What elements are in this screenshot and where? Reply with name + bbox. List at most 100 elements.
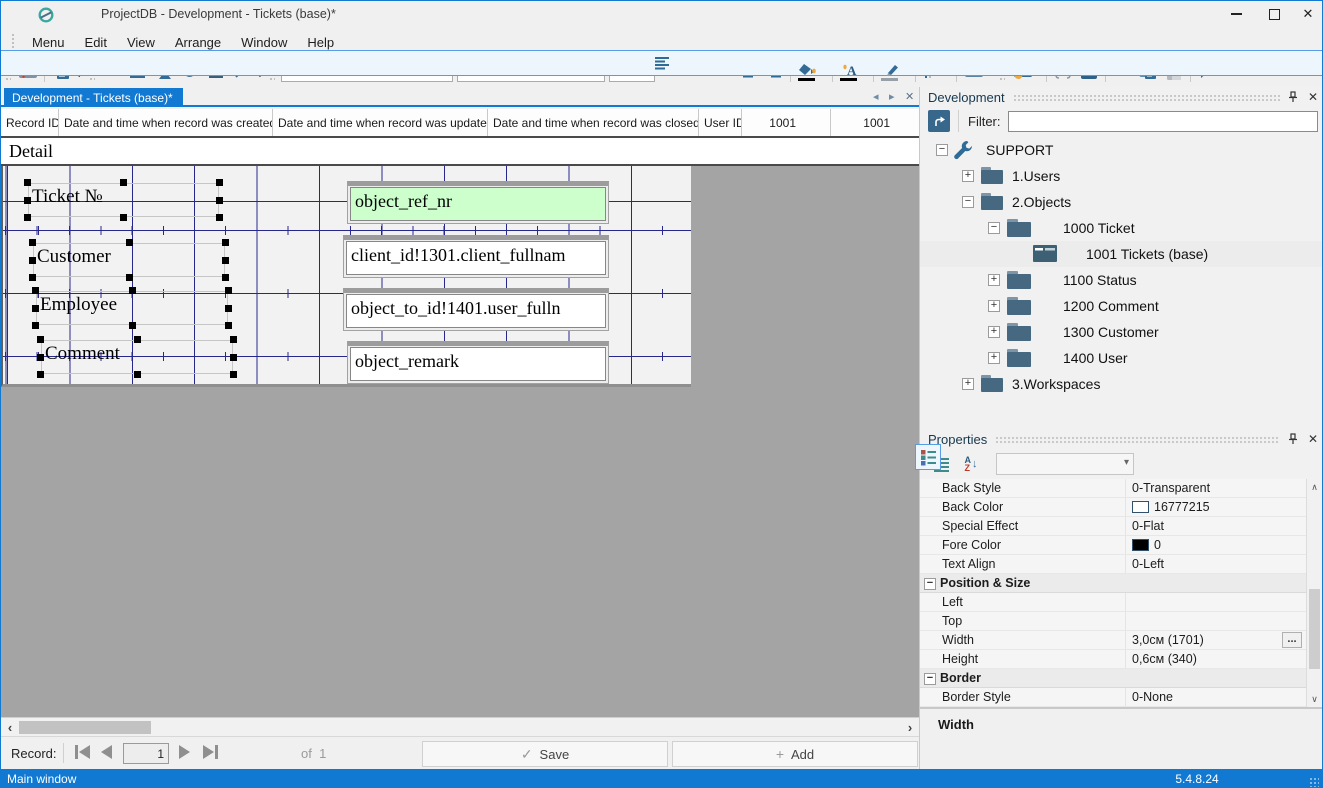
label-employee[interactable]: Employee xyxy=(36,291,228,325)
expand-icon[interactable]: + xyxy=(962,170,974,182)
field-client-id[interactable]: client_id!1301.client_fullnam xyxy=(343,235,609,278)
column-updated[interactable]: Date and time when record was updated xyxy=(273,109,488,136)
font-color-button[interactable]: A xyxy=(836,58,864,84)
property-row-height[interactable]: Height 0,6см (340) xyxy=(920,650,1306,669)
tree-item-1400-user[interactable]: + 1400 User xyxy=(920,345,1323,371)
record-number-input[interactable]: 1 xyxy=(123,743,169,764)
bold-button[interactable]: B xyxy=(657,58,683,84)
chevron-down-icon[interactable]: ▾ xyxy=(905,66,910,77)
property-category-position-size[interactable]: − Position & Size xyxy=(920,574,1306,593)
fill-color-button[interactable] xyxy=(794,58,822,84)
expand-icon[interactable]: + xyxy=(988,326,1000,338)
close-button[interactable]: ✕ xyxy=(1291,1,1323,27)
chevron-down-icon[interactable]: ▾ xyxy=(822,66,827,77)
expand-icon[interactable]: + xyxy=(988,300,1000,312)
line-tool-button[interactable] xyxy=(229,58,255,84)
expand-icon[interactable]: + xyxy=(962,378,974,390)
save-button[interactable]: ✓ Save xyxy=(422,741,668,767)
toolbar-grip[interactable] xyxy=(89,61,95,81)
scroll-right-arrow[interactable]: › xyxy=(901,718,919,736)
property-category-border[interactable]: − Border xyxy=(920,669,1306,688)
label-comment[interactable]: Comment xyxy=(41,340,233,374)
tree-item-workspaces[interactable]: + 3.Workspaces xyxy=(920,371,1323,397)
image-tool-button[interactable] xyxy=(15,58,41,84)
scroll-left-arrow[interactable]: ‹ xyxy=(1,718,19,736)
scroll-down-arrow[interactable]: ∨ xyxy=(1307,691,1322,707)
menu-item-edit[interactable]: Edit xyxy=(75,32,117,53)
properties-pane-header[interactable]: Properties ✕ xyxy=(920,429,1323,449)
collapse-icon[interactable]: − xyxy=(924,673,936,685)
property-row-fore-color[interactable]: Fore Color 0 xyxy=(920,536,1306,555)
tree-item-users[interactable]: + 1.Users xyxy=(920,163,1323,189)
underline-button[interactable]: U xyxy=(709,58,735,84)
label-customer[interactable]: Customer xyxy=(33,243,225,277)
horizontal-scrollbar[interactable]: ‹ › xyxy=(1,717,919,736)
tools-overflow-chevron[interactable]: ∨ ∨ xyxy=(257,64,264,78)
tab-close-icon[interactable]: ✕ xyxy=(905,90,914,103)
previous-record-button[interactable] xyxy=(101,745,112,759)
label-tool-button[interactable]: Aa xyxy=(99,58,125,84)
column-value-1001b[interactable]: 1001 xyxy=(831,109,919,136)
toolbar-grip[interactable] xyxy=(269,61,275,81)
property-row-back-style[interactable]: Back Style #ffffff 0-Transparent xyxy=(920,479,1306,498)
menu-item-menu[interactable]: Menu xyxy=(22,32,75,53)
last-record-button[interactable] xyxy=(203,745,218,759)
column-user-id[interactable]: User ID xyxy=(699,109,742,136)
chevron-down-icon[interactable]: ▾ xyxy=(947,66,952,77)
collapse-icon[interactable]: − xyxy=(962,196,974,208)
property-row-left[interactable]: Left xyxy=(920,593,1306,612)
style-combobox[interactable]: ▾ xyxy=(281,60,453,82)
maximize-button[interactable] xyxy=(1257,1,1291,27)
align-center-button[interactable] xyxy=(735,58,761,84)
toolbar-grip[interactable] xyxy=(999,61,1005,81)
field-object-to-id[interactable]: object_to_id!1401.user_fulln xyxy=(343,288,609,331)
scroll-up-arrow[interactable]: ∧ xyxy=(1307,479,1322,495)
save-tool-button[interactable] xyxy=(1076,58,1102,84)
tab-scroll-right-icon[interactable]: ▸ xyxy=(889,90,895,103)
tree-item-support[interactable]: − SUPPORT xyxy=(920,137,1323,163)
tab-scroll-left-icon[interactable]: ◂ xyxy=(873,90,879,103)
tree-item-1200-comment[interactable]: + 1200 Comment xyxy=(920,293,1323,319)
list-view-button[interactable] xyxy=(928,451,954,477)
border-corner-button[interactable] xyxy=(919,58,947,84)
form-grid-area[interactable]: Ticket № Customer Employee Comment objec… xyxy=(1,166,691,387)
tree-item-1300-customer[interactable]: + 1300 Customer xyxy=(920,319,1323,345)
menu-item-view[interactable]: View xyxy=(117,32,165,53)
minimize-button[interactable] xyxy=(1219,1,1253,27)
scrollbar-thumb[interactable] xyxy=(19,721,151,734)
ellipsis-button[interactable]: ... xyxy=(1282,632,1302,648)
copy-button[interactable] xyxy=(1135,58,1161,84)
add-button[interactable]: + Add xyxy=(672,741,918,767)
checkbox-tool-button[interactable]: ✓ xyxy=(203,58,229,84)
collapse-icon[interactable]: − xyxy=(936,144,948,156)
field-object-ref-nr[interactable]: object_ref_nr xyxy=(347,181,609,224)
menu-item-window[interactable]: Window xyxy=(231,32,297,53)
chevron-down-icon[interactable]: ▾ xyxy=(988,66,993,77)
close-pane-icon[interactable]: ✕ xyxy=(1308,432,1318,446)
radio-tool-button[interactable]: ◉ xyxy=(177,58,203,84)
property-row-special-effect[interactable]: Special Effect 0-Flat xyxy=(920,517,1306,536)
column-value-1001[interactable]: 1001 xyxy=(742,109,831,136)
collapse-icon[interactable]: − xyxy=(988,222,1000,234)
italic-button[interactable]: I xyxy=(683,58,709,84)
column-created[interactable]: Date and time when record was created xyxy=(59,109,273,136)
label-ticket-no[interactable]: Ticket № xyxy=(28,183,219,217)
column-record-id[interactable]: Record ID xyxy=(1,109,59,136)
highlight-color-button[interactable] xyxy=(877,58,905,84)
next-record-button[interactable] xyxy=(179,745,190,759)
menubar-grip[interactable] xyxy=(11,33,16,51)
scrollbar-thumb[interactable] xyxy=(1309,589,1320,669)
property-object-combobox[interactable]: ▾ xyxy=(996,453,1134,475)
pages-tool-button[interactable] xyxy=(48,58,74,84)
menu-item-help[interactable]: Help xyxy=(297,32,344,53)
property-row-text-align[interactable]: Text Align 0-Left xyxy=(920,555,1306,574)
development-pane-header[interactable]: Development ✕ xyxy=(920,87,1323,107)
pin-icon[interactable] xyxy=(1288,91,1298,103)
column-closed[interactable]: Date and time when record was closed xyxy=(488,109,699,136)
first-record-button[interactable] xyxy=(75,745,90,759)
tree-item-1001-tickets-base[interactable]: 1001 Tickets (base) xyxy=(920,241,1323,267)
property-row-width[interactable]: Width 3,0см (1701) ... xyxy=(920,631,1306,650)
cut-button[interactable]: ✂ xyxy=(1109,58,1135,84)
shape-button[interactable] xyxy=(960,58,988,84)
close-pane-icon[interactable]: ✕ xyxy=(1308,90,1318,104)
